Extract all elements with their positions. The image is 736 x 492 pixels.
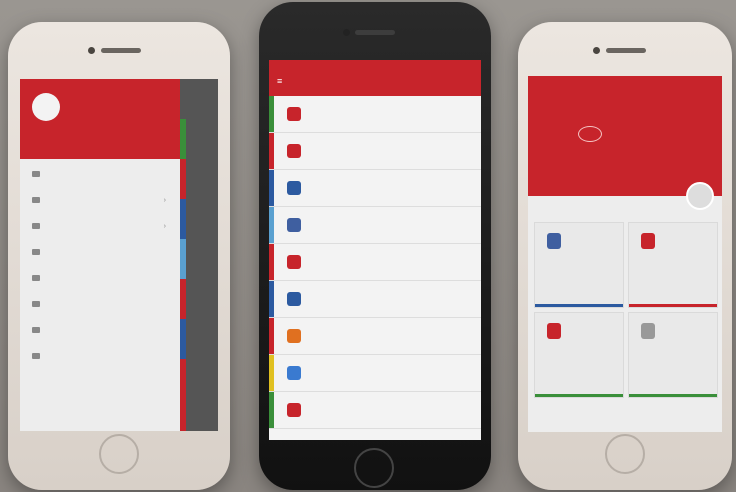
drawer-item[interactable]	[20, 239, 180, 265]
accent-bar	[269, 244, 274, 280]
list-item[interactable]	[269, 318, 481, 355]
right-phone	[518, 22, 732, 490]
service-card[interactable]	[628, 222, 718, 308]
accent-bar	[269, 281, 274, 317]
hero-banner	[528, 76, 722, 196]
avatar[interactable]	[32, 93, 60, 121]
left-screen: › ›	[20, 79, 218, 431]
speaker	[101, 48, 141, 53]
menu-icon	[32, 275, 40, 281]
list-item[interactable]	[269, 355, 481, 392]
camera	[593, 47, 600, 54]
service-card[interactable]	[628, 312, 718, 398]
list-item[interactable]	[269, 392, 481, 429]
service-icon	[641, 323, 655, 339]
service-icon	[547, 233, 561, 249]
middle-screen: ≡	[269, 60, 481, 440]
accent-bar	[269, 170, 274, 206]
home-button[interactable]	[605, 434, 645, 474]
drawer-header	[20, 79, 180, 159]
chevron-right-icon: ›	[163, 196, 166, 204]
speaker	[355, 30, 395, 35]
service-icon	[641, 233, 655, 249]
camera	[343, 29, 350, 36]
accent-bar	[269, 392, 274, 428]
drawer-item[interactable]	[20, 161, 180, 187]
service-icon	[287, 144, 301, 158]
accent-line	[629, 394, 717, 397]
service-icon	[287, 107, 301, 121]
accent-bar	[269, 318, 274, 354]
middle-phone: ≡	[259, 2, 491, 490]
menu-icon	[32, 171, 40, 177]
accent-line	[535, 304, 623, 307]
home-button[interactable]	[99, 434, 139, 474]
list-item[interactable]	[269, 96, 481, 133]
background-content	[180, 79, 218, 431]
drawer-item[interactable]	[20, 317, 180, 343]
accent-line	[629, 304, 717, 307]
drawer-menu: › ›	[20, 161, 180, 369]
menu-icon	[32, 223, 40, 229]
service-icon	[287, 292, 301, 306]
drawer-item[interactable]	[20, 291, 180, 317]
camera	[88, 47, 95, 54]
service-icon	[287, 255, 301, 269]
service-icon	[287, 181, 301, 195]
menu-icon	[32, 197, 40, 203]
list-item[interactable]	[269, 207, 481, 244]
menu-icon	[32, 327, 40, 333]
service-icon	[547, 323, 561, 339]
drawer-item[interactable]	[20, 265, 180, 291]
list-item[interactable]	[269, 244, 481, 281]
service-icon	[287, 329, 301, 343]
speaker	[606, 48, 646, 53]
home-button[interactable]	[354, 448, 394, 488]
menu-icon	[32, 353, 40, 359]
accent-bar	[269, 355, 274, 391]
right-screen	[528, 76, 722, 432]
service-icon	[287, 403, 301, 417]
accent-bar	[269, 96, 274, 132]
menu-icon	[32, 249, 40, 255]
left-phone: › ›	[8, 22, 230, 490]
service-card[interactable]	[534, 312, 624, 398]
brand-logo	[578, 126, 602, 142]
drawer-item[interactable]: ›	[20, 213, 180, 239]
list-item[interactable]	[269, 170, 481, 207]
services-list	[269, 96, 481, 429]
menu-icon[interactable]: ≡	[277, 76, 282, 86]
accent-bar	[269, 207, 274, 243]
chevron-right-icon: ›	[163, 222, 166, 230]
service-icon	[287, 366, 301, 380]
menu-icon	[32, 301, 40, 307]
app-bar: ≡	[269, 60, 481, 96]
service-card[interactable]	[534, 222, 624, 308]
action-button[interactable]	[686, 182, 714, 210]
accent-line	[535, 394, 623, 397]
service-icon	[287, 218, 301, 232]
drawer-item[interactable]	[20, 343, 180, 369]
list-item[interactable]	[269, 133, 481, 170]
list-item[interactable]	[269, 281, 481, 318]
drawer-item[interactable]: ›	[20, 187, 180, 213]
accent-bar	[269, 133, 274, 169]
